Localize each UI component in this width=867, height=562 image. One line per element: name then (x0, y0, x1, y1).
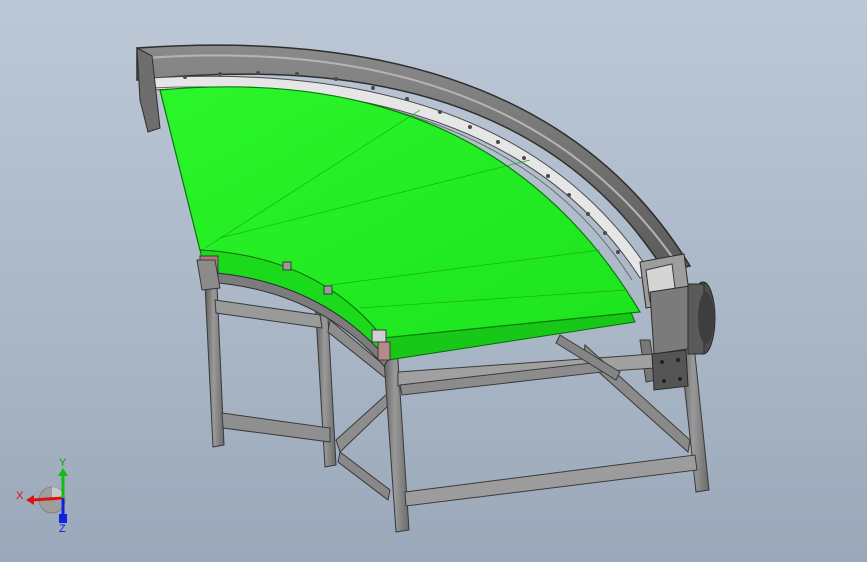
curved-belt-conveyor-model[interactable] (0, 0, 867, 562)
cad-viewport[interactable]: X Y Z (0, 0, 867, 562)
x-axis-arrow (31, 496, 64, 502)
x-axis-label: X (16, 490, 24, 502)
y-axis-label: Y (59, 457, 67, 469)
z-axis-label: Z (59, 523, 66, 534)
orientation-triad[interactable]: X Y Z (14, 454, 80, 534)
conveyor-belt-surface[interactable] (159, 86, 641, 339)
